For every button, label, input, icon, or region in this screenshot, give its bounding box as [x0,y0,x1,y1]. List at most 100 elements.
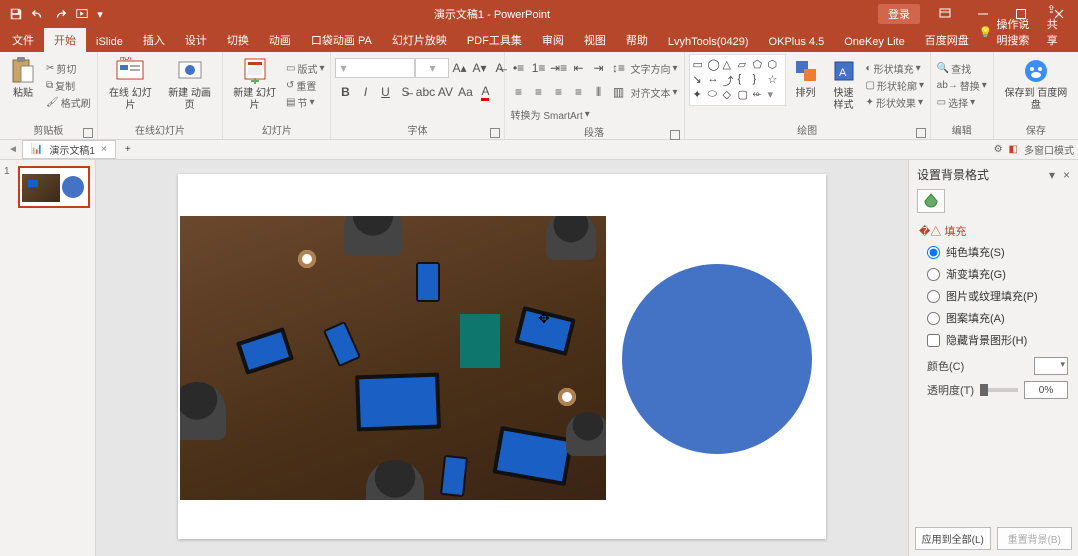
paste-button[interactable]: 粘贴 [4,54,42,102]
shape-outline-button[interactable]: ▢ 形状轮廓 ▾ [864,77,926,94]
tab-design[interactable]: 设计 [175,28,217,52]
shadow-icon[interactable]: abc [415,82,435,102]
numbering-icon[interactable]: 1≡ [529,58,549,78]
change-case-icon[interactable]: Aa [455,82,475,102]
align-center-icon[interactable]: ≡ [529,82,549,102]
bullets-icon[interactable]: •≡ [509,58,529,78]
copy-button[interactable]: ⧉ 复制 [44,77,93,94]
shape-effects-button[interactable]: ✦ 形状效果 ▾ [864,94,926,111]
tab-transitions[interactable]: 切换 [217,28,259,52]
opt-gradient-fill[interactable]: 渐变填充(G) [919,263,1068,285]
shape-fill-button[interactable]: ◐ 形状填充 ▾ [864,60,926,77]
find-button[interactable]: 🔍 查找 [935,60,989,77]
underline-icon[interactable]: U [375,82,395,102]
columns-icon[interactable]: ▥ [609,82,629,102]
tab-pdf[interactable]: PDF工具集 [457,28,532,52]
list-level-icon[interactable]: ⇥≡ [549,58,569,78]
dialog-launcher-icon[interactable] [670,130,680,140]
format-painter-button[interactable]: 🖌 格式刷 [44,94,93,111]
tab-lvyh[interactable]: LvyhTools(0429) [658,32,759,52]
new-doc-icon[interactable]: + [120,142,136,158]
slideshow-icon[interactable] [72,4,92,24]
justify-icon[interactable]: ≡ [569,82,589,102]
fill-tab-icon[interactable] [917,189,945,213]
layout-button[interactable]: ▭ 版式 ▾ [284,60,326,77]
pane-dropdown-icon[interactable]: ▾ [1049,168,1055,182]
font-color-icon[interactable]: A [475,82,495,102]
slide-page[interactable]: ✥ [178,174,826,539]
decrease-font-icon[interactable]: A▾ [469,58,489,78]
replace-button[interactable]: ab→ 替换 ▾ [935,77,989,94]
tell-me[interactable]: 💡操作说明搜索 [979,16,1037,52]
decrease-indent-icon[interactable]: ⇤ [569,58,589,78]
save-baidu-button[interactable]: 保存到 百度网盘 [998,54,1074,114]
tab-okplus[interactable]: OKPlus 4.5 [759,32,835,52]
oval-shape[interactable] [622,264,812,454]
document-tab[interactable]: 📊 演示文稿1 × [22,140,116,159]
options-icon[interactable]: ⚙ [994,144,1003,155]
pane-close-icon[interactable]: × [1063,168,1070,182]
reset-button[interactable]: ↺ 重置 [284,77,326,94]
strike-icon[interactable]: S̶ [395,82,415,102]
font-size-select[interactable]: ▾ [415,58,449,78]
align-right-icon[interactable]: ≡ [549,82,569,102]
redo-icon[interactable] [50,4,70,24]
apply-all-button[interactable]: 应用到全部(L) [915,527,991,550]
quick-styles-button[interactable]: A快速样式 [826,54,862,114]
save-icon[interactable] [6,4,26,24]
tab-baidu[interactable]: 百度网盘 [915,28,979,52]
tab-islide[interactable]: iSlide [86,32,133,52]
opt-picture-fill[interactable]: 图片或纹理填充(P) [919,285,1068,307]
multiwin-icon[interactable]: ◧ [1009,144,1018,155]
transparency-input[interactable]: 0% [1024,381,1068,399]
slide-canvas-area[interactable]: ✥ [96,160,908,556]
qat-more-icon[interactable]: ▾ [94,4,106,24]
opt-solid-fill[interactable]: 纯色填充(S) [919,241,1068,263]
tab-review[interactable]: 审阅 [532,28,574,52]
share-button[interactable]: ⇪ 共享 [1037,0,1078,52]
smartart-button[interactable]: 转换为 SmartArt ▾ [509,106,592,123]
tab-help[interactable]: 帮助 [616,28,658,52]
shapes-gallery[interactable]: ▭◯△▱⬠⬡ ↘↔⤴{}☆ ✦⬭◇▢⬰▾ [689,54,786,106]
increase-indent-icon[interactable]: ⇥ [589,58,609,78]
close-doc-icon[interactable]: × [101,144,107,155]
color-picker[interactable] [1034,357,1068,375]
italic-icon[interactable]: I [355,82,375,102]
nav-back-icon[interactable]: ◄ [4,144,22,155]
tab-animations[interactable]: 动画 [259,28,301,52]
dialog-launcher-icon[interactable] [83,128,93,138]
line-spacing-icon[interactable]: ↕≡ [609,58,629,78]
tab-slideshow[interactable]: 幻灯片放映 [382,28,457,52]
tab-view[interactable]: 视图 [574,28,616,52]
cut-button[interactable]: ✂ 剪切 [44,60,93,77]
online-slides-button[interactable]: HOT在线 幻灯片 [102,54,159,114]
bold-icon[interactable]: B [335,82,355,102]
undo-icon[interactable] [28,4,48,24]
thumbnail-1[interactable]: 1 [4,166,91,208]
tab-onekey[interactable]: OneKey Lite [834,32,915,52]
new-anim-page-button[interactable]: 新建 动画页 [161,54,218,114]
font-family-select[interactable]: ▾ [335,58,415,78]
dialog-launcher-icon[interactable] [916,128,926,138]
section-button[interactable]: ▤ 节 ▾ [284,94,326,111]
text-direction-button[interactable]: 文字方向 ▾ [629,58,680,78]
reset-bg-button[interactable]: 重置背景(B) [997,527,1073,550]
opt-hide-bg[interactable]: 隐藏背景图形(H) [919,329,1068,351]
transparency-slider[interactable] [980,388,1018,392]
increase-font-icon[interactable]: A▴ [449,58,469,78]
align-left-icon[interactable]: ≡ [509,82,529,102]
distribute-icon[interactable]: ⫴ [589,82,609,102]
ribbon-options-icon[interactable] [926,0,964,28]
new-slide-button[interactable]: 新建 幻灯片 [227,54,282,114]
inserted-image[interactable] [180,216,606,500]
opt-pattern-fill[interactable]: 图案填充(A) [919,307,1068,329]
fill-section-header[interactable]: �△ 填充 [919,221,1068,241]
arrange-button[interactable]: 排列 [788,54,824,102]
tab-file[interactable]: 文件 [2,28,44,52]
spacing-icon[interactable]: AV [435,82,455,102]
select-button[interactable]: ▭ 选择 ▾ [935,94,989,111]
tab-insert[interactable]: 插入 [133,28,175,52]
align-text-button[interactable]: 对齐文本 ▾ [629,82,680,102]
tab-home[interactable]: 开始 [44,28,86,52]
dialog-launcher-icon[interactable] [490,128,500,138]
